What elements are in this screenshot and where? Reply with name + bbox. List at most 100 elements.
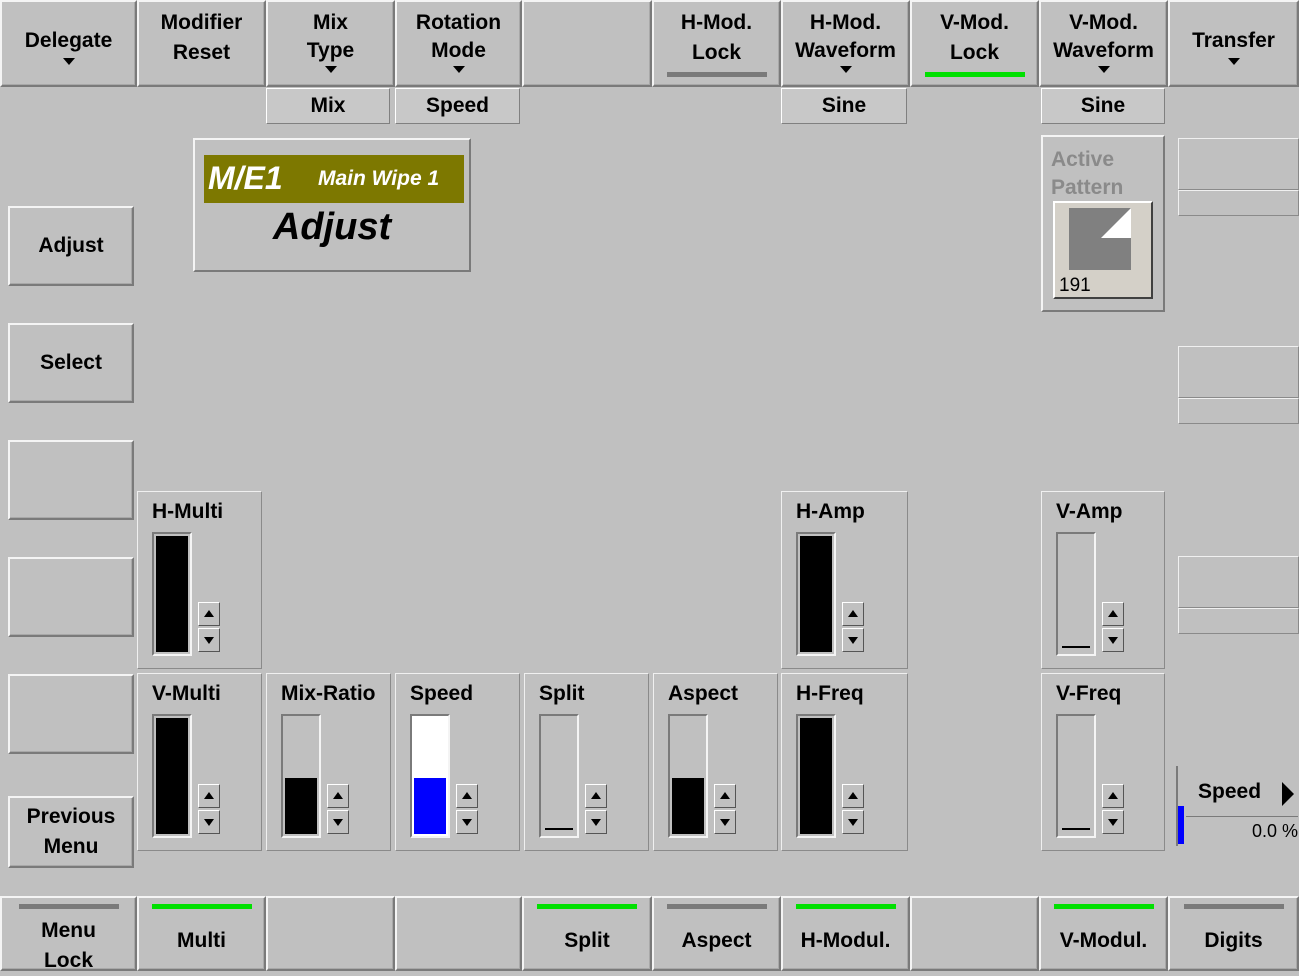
v-freq-up-button[interactable] (1102, 784, 1124, 808)
speed-stepper (456, 784, 478, 834)
h-mod-waveform-label-line1: H-Mod. (809, 11, 882, 34)
split-control: Split (524, 673, 649, 851)
bottom-empty-button-1[interactable] (266, 896, 395, 971)
h-freq-up-button[interactable] (842, 784, 864, 808)
bottom-empty-button-3[interactable] (910, 896, 1039, 971)
delegate-button[interactable]: Delegate (0, 0, 137, 87)
aspect-stepper (714, 784, 736, 834)
h-amp-label: H-Amp (796, 500, 865, 523)
v-mod-lock-label-line1: V-Mod. (940, 11, 1009, 34)
pattern-button[interactable]: 191 (1053, 201, 1153, 299)
speed-slider[interactable] (410, 714, 450, 838)
h-amp-down-button[interactable] (842, 628, 864, 652)
split-slider[interactable] (539, 714, 579, 838)
aspect-down-button[interactable] (714, 810, 736, 834)
modifier-reset-button[interactable]: Modifier Reset (137, 0, 266, 87)
split-button-label: Split (564, 929, 610, 952)
aspect-button[interactable]: Aspect (652, 896, 781, 971)
h-amp-up-button[interactable] (842, 602, 864, 626)
select-button[interactable]: Select (8, 323, 134, 403)
v-multi-up-button[interactable] (198, 784, 220, 808)
speed-down-button[interactable] (456, 810, 478, 834)
menu-lock-button[interactable]: Menu Lock (0, 896, 137, 972)
rotation-mode-label-line1: Rotation (415, 11, 502, 34)
side-empty-button-2[interactable] (8, 557, 134, 637)
v-mod-waveform-label-line1: V-Mod. (1069, 11, 1138, 34)
right-empty-cell-2 (1178, 190, 1299, 216)
aspect-up-button[interactable] (714, 784, 736, 808)
h-multi-up-button[interactable] (198, 602, 220, 626)
h-modul-button[interactable]: H-Modul. (781, 896, 910, 971)
split-indicator (537, 904, 637, 909)
h-freq-down-button[interactable] (842, 810, 864, 834)
v-freq-slider[interactable] (1056, 714, 1096, 838)
h-mod-waveform-button[interactable]: H-Mod. Waveform (781, 0, 910, 87)
aspect-button-label: Aspect (681, 929, 752, 952)
h-mod-lock-button[interactable]: H-Mod. Lock (652, 0, 781, 87)
speed-readout-label: Speed (1198, 780, 1262, 803)
mix-ratio-down-button[interactable] (327, 810, 349, 834)
transfer-button[interactable]: Transfer (1168, 0, 1299, 87)
v-amp-label: V-Amp (1056, 500, 1123, 523)
v-amp-stepper (1102, 602, 1124, 652)
aspect-label: Aspect (668, 682, 739, 705)
v-freq-control: V-Freq (1041, 673, 1165, 851)
aspect-indicator (666, 904, 767, 909)
h-amp-slider[interactable] (796, 532, 836, 656)
h-freq-stepper (842, 784, 864, 834)
h-freq-slider[interactable] (796, 714, 836, 838)
side-empty-button-3[interactable] (8, 674, 134, 754)
v-multi-slider[interactable] (152, 714, 192, 838)
dropdown-arrow-icon (452, 66, 465, 73)
v-modul-button[interactable]: V-Modul. (1039, 896, 1168, 971)
mix-type-button[interactable]: Mix Type (266, 0, 395, 87)
v-amp-up-button[interactable] (1102, 602, 1124, 626)
h-amp-stepper (842, 602, 864, 652)
mix-ratio-up-button[interactable] (327, 784, 349, 808)
h-freq-label: H-Freq (796, 682, 864, 705)
h-multi-level (156, 536, 188, 652)
digits-button[interactable]: Digits (1168, 896, 1299, 971)
right-empty-cell-4 (1178, 398, 1299, 424)
speed-readout[interactable]: Speed 0.0 % (1176, 766, 1299, 846)
split-down-button[interactable] (585, 810, 607, 834)
h-multi-down-button[interactable] (198, 628, 220, 652)
h-modul-label: H-Modul. (800, 929, 891, 952)
rotation-mode-label-line2: Mode (431, 39, 486, 62)
v-freq-stepper (1102, 784, 1124, 834)
v-mod-waveform-label-line2: Waveform (1053, 39, 1154, 62)
rotation-mode-button[interactable]: Rotation Mode (395, 0, 522, 87)
v-multi-stepper (198, 784, 220, 834)
mix-ratio-slider[interactable] (281, 714, 321, 838)
bottom-empty-button-2[interactable] (395, 896, 522, 971)
title-panel: M/E1 Main Wipe 1 Adjust (193, 138, 471, 272)
adjust-button[interactable]: Adjust (8, 206, 134, 286)
split-up-button[interactable] (585, 784, 607, 808)
split-zero-line (545, 828, 573, 830)
v-freq-down-button[interactable] (1102, 810, 1124, 834)
active-pattern-label-line2: Pattern (1051, 176, 1124, 199)
mix-ratio-control: Mix-Ratio (266, 673, 391, 851)
v-amp-down-button[interactable] (1102, 628, 1124, 652)
v-freq-label: V-Freq (1056, 682, 1122, 705)
modifier-reset-label-line2: Reset (172, 41, 231, 64)
split-button[interactable]: Split (522, 896, 652, 971)
v-mod-lock-button[interactable]: V-Mod. Lock (910, 0, 1039, 87)
previous-menu-button[interactable]: Previous Menu (8, 796, 134, 868)
v-multi-down-button[interactable] (198, 810, 220, 834)
aspect-slider[interactable] (668, 714, 708, 838)
active-pattern-label-line1: Active (1051, 148, 1115, 171)
top-empty-button[interactable] (522, 0, 652, 87)
speed-up-button[interactable] (456, 784, 478, 808)
dropdown-arrow-icon (1227, 58, 1240, 65)
v-mod-waveform-button[interactable]: V-Mod. Waveform (1039, 0, 1168, 87)
dropdown-arrow-icon (1097, 66, 1110, 73)
v-amp-slider[interactable] (1056, 532, 1096, 656)
h-multi-label: H-Multi (152, 500, 224, 523)
multi-button[interactable]: Multi (137, 896, 266, 971)
split-stepper (585, 784, 607, 834)
mix-ratio-stepper (327, 784, 349, 834)
side-empty-button-1[interactable] (8, 440, 134, 520)
h-multi-slider[interactable] (152, 532, 192, 656)
h-multi-stepper (198, 602, 220, 652)
